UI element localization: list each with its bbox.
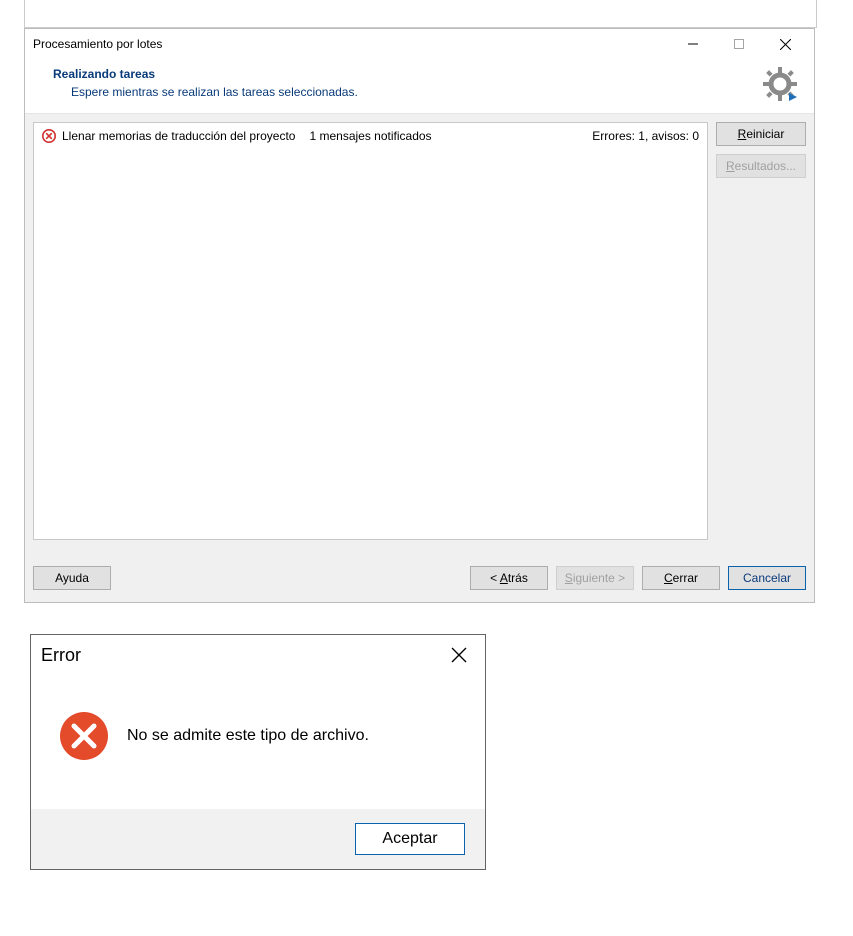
batch-window: Procesamiento por lotes Realizando tarea… [24,28,815,603]
titlebar: Procesamiento por lotes [25,29,814,59]
error-icon [42,129,56,143]
task-name: Llenar memorias de traducción del proyec… [62,129,295,143]
error-big-icon [59,711,109,761]
restart-button[interactable]: Reiniciar [716,122,806,146]
gear-icon [758,67,802,101]
error-message: No se admite este tipo de archivo. [127,727,369,745]
subheading: Espere mientras se realizan las tareas s… [53,85,758,99]
error-title: Error [41,645,437,666]
task-row: Llenar memorias de traducción del proyec… [42,127,699,145]
close-button[interactable] [762,30,808,58]
error-ok-button[interactable]: Aceptar [355,823,465,855]
task-message: 1 mensajes notificados [309,129,431,143]
heading: Realizando tareas [53,67,758,81]
cancel-button[interactable]: Cancelar [728,566,806,590]
back-button[interactable]: < Atrás [470,566,548,590]
next-button: Siguiente > [556,566,634,590]
minimize-button[interactable] [670,30,716,58]
error-dialog: Error No se admite este tipo de archivo. [30,634,486,870]
help-button[interactable]: Ayuda [33,566,111,590]
maximize-button [716,30,762,58]
results-button: Resultados... [716,154,806,178]
header: Realizando tareas Espere mientras se rea… [25,59,814,113]
window-title: Procesamiento por lotes [33,37,670,51]
error-titlebar: Error [31,635,485,675]
close-button-footer[interactable]: Cerrar [642,566,720,590]
error-close-button[interactable] [437,639,481,671]
task-counts: Errores: 1, avisos: 0 [592,129,699,143]
task-panel: Llenar memorias de traducción del proyec… [33,122,708,540]
